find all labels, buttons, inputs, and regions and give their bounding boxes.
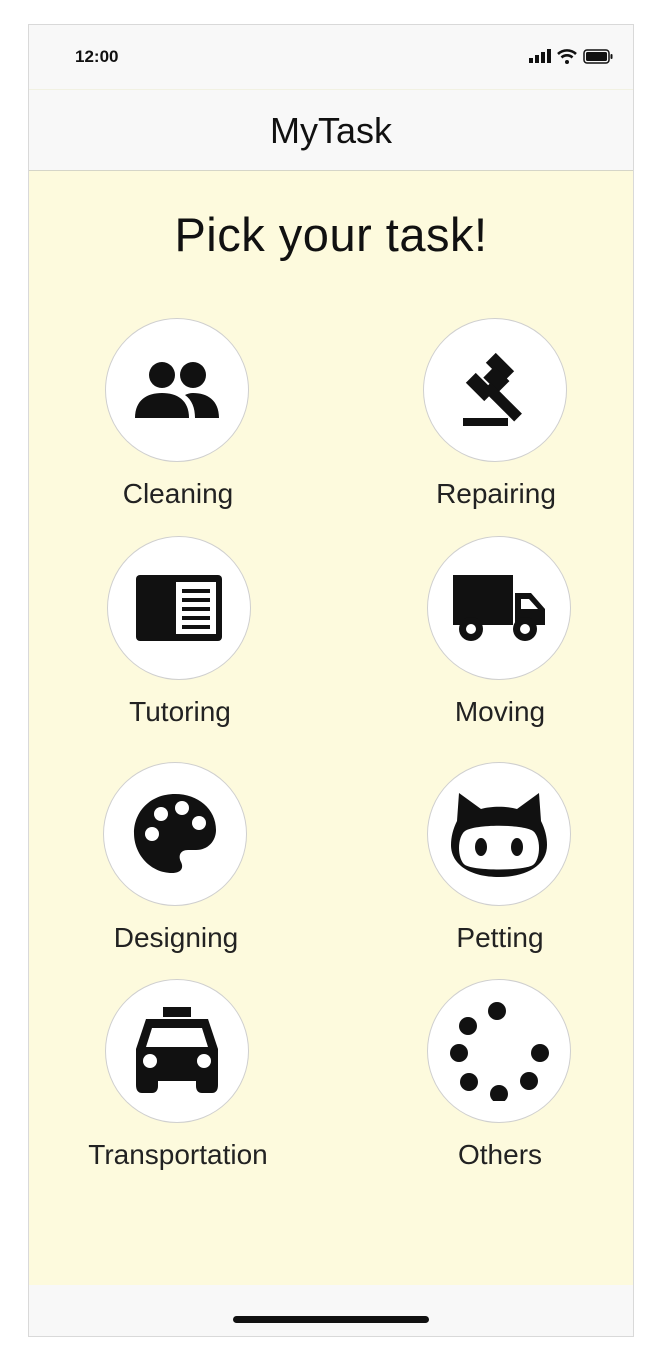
task-tile-cleaning[interactable]: Cleaning (78, 318, 278, 518)
battery-icon (583, 48, 613, 64)
dots-icon (450, 1002, 549, 1101)
task-label: Repairing (436, 478, 556, 509)
task-tile-designing[interactable]: Designing (76, 762, 276, 962)
task-label: Others (457, 1139, 543, 1170)
page-title: Pick your task! (174, 208, 488, 261)
task-label: Tutoring (129, 696, 231, 727)
task-tile-petting[interactable]: Petting (400, 762, 600, 962)
gavel-icon (463, 352, 522, 426)
signal-icon (529, 49, 551, 63)
task-label: Moving (454, 696, 546, 727)
phone-frame: 12:00 MyTask Pick your task! Cleaning Re… (28, 24, 634, 1337)
home-indicator[interactable] (233, 1316, 429, 1323)
task-button-tutoring[interactable] (107, 536, 251, 680)
task-label: Designing (113, 922, 239, 953)
task-button-cleaning[interactable] (105, 318, 249, 462)
task-tile-others[interactable]: Others (400, 979, 600, 1179)
task-button-repairing[interactable] (423, 318, 567, 462)
wifi-icon (557, 48, 577, 64)
truck-icon (453, 575, 545, 641)
nav-title: MyTask (269, 110, 392, 151)
status-bar: 12:00 (29, 25, 633, 89)
task-tile-repairing[interactable]: Repairing (396, 318, 596, 518)
nav-bar: MyTask (29, 89, 633, 171)
task-label: Transportation (88, 1139, 268, 1170)
task-tile-moving[interactable]: Moving (400, 536, 600, 736)
book-icon (136, 575, 222, 641)
cat-icon (451, 793, 547, 877)
taxi-icon (136, 1007, 218, 1093)
task-label: Petting (456, 922, 544, 953)
status-time: 12:00 (75, 47, 119, 66)
task-tile-transportation[interactable]: Transportation (78, 979, 278, 1179)
task-button-moving[interactable] (427, 536, 571, 680)
task-label: Cleaning (122, 478, 234, 509)
status-icons (529, 48, 613, 64)
task-picker: Pick your task! Cleaning Repairing Tutor… (29, 171, 633, 1287)
bottom-bar (29, 1285, 633, 1336)
palette-icon (134, 794, 216, 873)
task-button-designing[interactable] (103, 762, 247, 906)
people-icon (135, 362, 219, 418)
task-button-transportation[interactable] (105, 979, 249, 1123)
task-button-others[interactable] (427, 979, 571, 1123)
task-tile-tutoring[interactable]: Tutoring (80, 536, 280, 736)
task-button-petting[interactable] (427, 762, 571, 906)
